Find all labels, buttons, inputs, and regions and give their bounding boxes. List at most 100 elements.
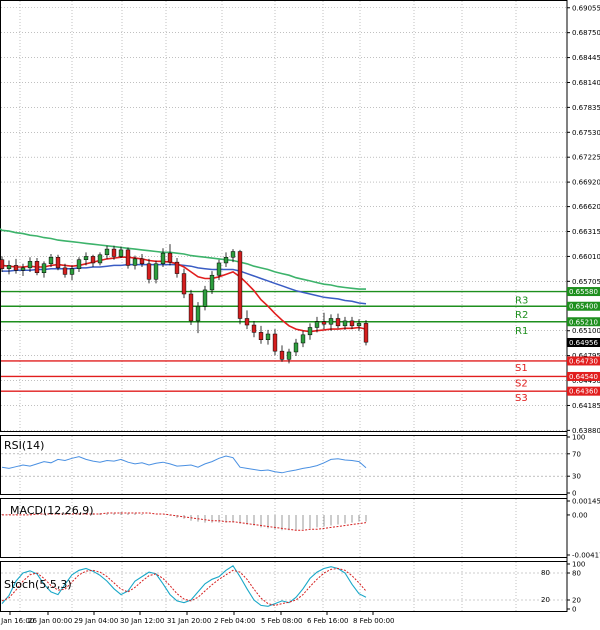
level-label-s1: S1 xyxy=(515,363,528,374)
rsi-tick-label: 0 xyxy=(572,490,576,498)
y-tick-label: 0.66620 xyxy=(572,203,600,211)
candle-body xyxy=(34,261,40,274)
rsi-tick-label: 100 xyxy=(572,434,585,442)
level-price-tag-text: 0.64730 xyxy=(569,357,598,365)
y-tick-label: 0.66920 xyxy=(572,179,600,187)
candle-body xyxy=(300,334,306,344)
current-price-text: 0.64956 xyxy=(569,339,598,347)
candle-body xyxy=(104,248,110,256)
candle-body xyxy=(174,261,180,274)
y-tick-label: 0.64185 xyxy=(572,402,600,410)
macd-tick-label: -0.004172 xyxy=(572,552,600,560)
candle-body xyxy=(48,256,54,265)
level-price-tag-text: 0.65400 xyxy=(569,303,598,311)
candle-body xyxy=(125,249,131,266)
candle-body xyxy=(20,267,26,271)
candle-body xyxy=(363,323,369,343)
x-tick-label: 2 Feb 04:00 xyxy=(214,617,255,625)
candle-body xyxy=(265,333,271,340)
x-tick-label: 31 Jan 20:00 xyxy=(167,617,211,625)
y-tick-label: 0.69055 xyxy=(572,4,600,12)
candle-body xyxy=(202,289,208,307)
candle-body xyxy=(90,256,96,264)
level-price-tag-text: 0.65210 xyxy=(569,318,598,326)
stoch-title: Stoch(5,5,3) xyxy=(4,578,72,591)
candle-body xyxy=(349,320,355,327)
candle-body xyxy=(279,350,285,360)
candle-body xyxy=(62,267,68,275)
candle[interactable] xyxy=(55,254,61,271)
candle[interactable] xyxy=(237,249,243,325)
candle-body xyxy=(216,262,222,276)
candle-body xyxy=(209,274,215,291)
stoch-inner-label: 80 xyxy=(541,569,550,577)
stoch-inner-label: 20 xyxy=(541,596,550,604)
candle-body xyxy=(55,256,61,269)
candle-body xyxy=(153,263,159,280)
y-tick-label: 0.68445 xyxy=(572,54,600,62)
rsi-title: RSI(14) xyxy=(4,439,44,452)
y-tick-label: 0.67835 xyxy=(572,104,600,112)
candle[interactable] xyxy=(188,289,194,326)
candle-body xyxy=(230,251,236,258)
candle-body xyxy=(41,263,47,274)
candle[interactable] xyxy=(125,247,131,269)
candle-body xyxy=(146,263,152,280)
forex-chart-window: R3 R2 R1 S1 S2 S3 0.69055 0.68750 0.68445 0.6814… xyxy=(0,0,600,630)
panel-frame xyxy=(0,435,568,495)
rsi-tick-label: 70 xyxy=(572,450,581,458)
candle-body xyxy=(132,258,138,266)
level-label-r1: R1 xyxy=(515,326,528,337)
panel-frame xyxy=(0,0,568,432)
candle-body xyxy=(195,305,201,322)
candle-body xyxy=(160,252,166,265)
y-tick-label: 0.67225 xyxy=(572,154,600,162)
candle-body xyxy=(307,327,313,336)
candle-body xyxy=(13,265,19,271)
candle-body xyxy=(223,256,229,264)
candle-body xyxy=(237,251,243,319)
macd-title: MACD(12,26,9) xyxy=(10,504,94,517)
y-tick-label: 0.67530 xyxy=(572,129,600,137)
candle-body xyxy=(188,293,194,322)
stoch-tick-label: 80 xyxy=(572,570,581,578)
candle-body xyxy=(0,259,5,269)
level-label-r2: R2 xyxy=(515,310,528,321)
candle-body xyxy=(83,256,89,260)
candle-body xyxy=(321,321,327,325)
candle-body xyxy=(293,342,299,353)
candle-body xyxy=(27,261,33,269)
candle[interactable] xyxy=(363,320,369,346)
rsi-tick-label: 30 xyxy=(572,473,581,481)
x-tick-label: 6 Feb 16:00 xyxy=(307,617,348,625)
candle-body xyxy=(328,318,334,325)
stoch-tick-label: 20 xyxy=(572,597,581,605)
level-price-tag-text: 0.65580 xyxy=(569,288,598,296)
candle-body xyxy=(356,323,362,327)
candle-body xyxy=(258,332,264,340)
y-tick-label: 0.66010 xyxy=(572,253,600,261)
y-tick-label: 0.65100 xyxy=(572,327,600,335)
candle-body xyxy=(97,254,103,264)
candlestick-chart[interactable]: R3 R2 R1 S1 S2 S3 0.69055 0.68750 0.68445 0.6814… xyxy=(0,0,600,630)
candle-body xyxy=(342,320,348,327)
level-label-s2: S2 xyxy=(515,378,528,389)
candle-body xyxy=(251,324,257,333)
level-label-s3: S3 xyxy=(515,393,528,404)
y-tick-label: 0.68750 xyxy=(572,29,600,37)
candle-body xyxy=(335,318,341,327)
candle-body xyxy=(244,318,250,326)
candle-body xyxy=(76,259,82,269)
candle-body xyxy=(6,265,12,269)
x-tick-label: 26 Jan 00:00 xyxy=(28,617,72,625)
x-tick-label: 5 Feb 08:00 xyxy=(261,617,302,625)
level-price-tag-text: 0.64540 xyxy=(569,373,598,381)
x-tick-label: 29 Jan 04:00 xyxy=(74,617,118,625)
candle-body xyxy=(314,321,320,328)
x-tick-label: 8 Feb 00:00 xyxy=(353,617,394,625)
level-label-r3: R3 xyxy=(515,296,528,307)
y-tick-label: 0.68140 xyxy=(572,79,600,87)
x-tick-label: 30 Jan 12:00 xyxy=(120,617,164,625)
stoch-tick-label: 100 xyxy=(572,561,585,569)
candle-body xyxy=(118,249,124,257)
